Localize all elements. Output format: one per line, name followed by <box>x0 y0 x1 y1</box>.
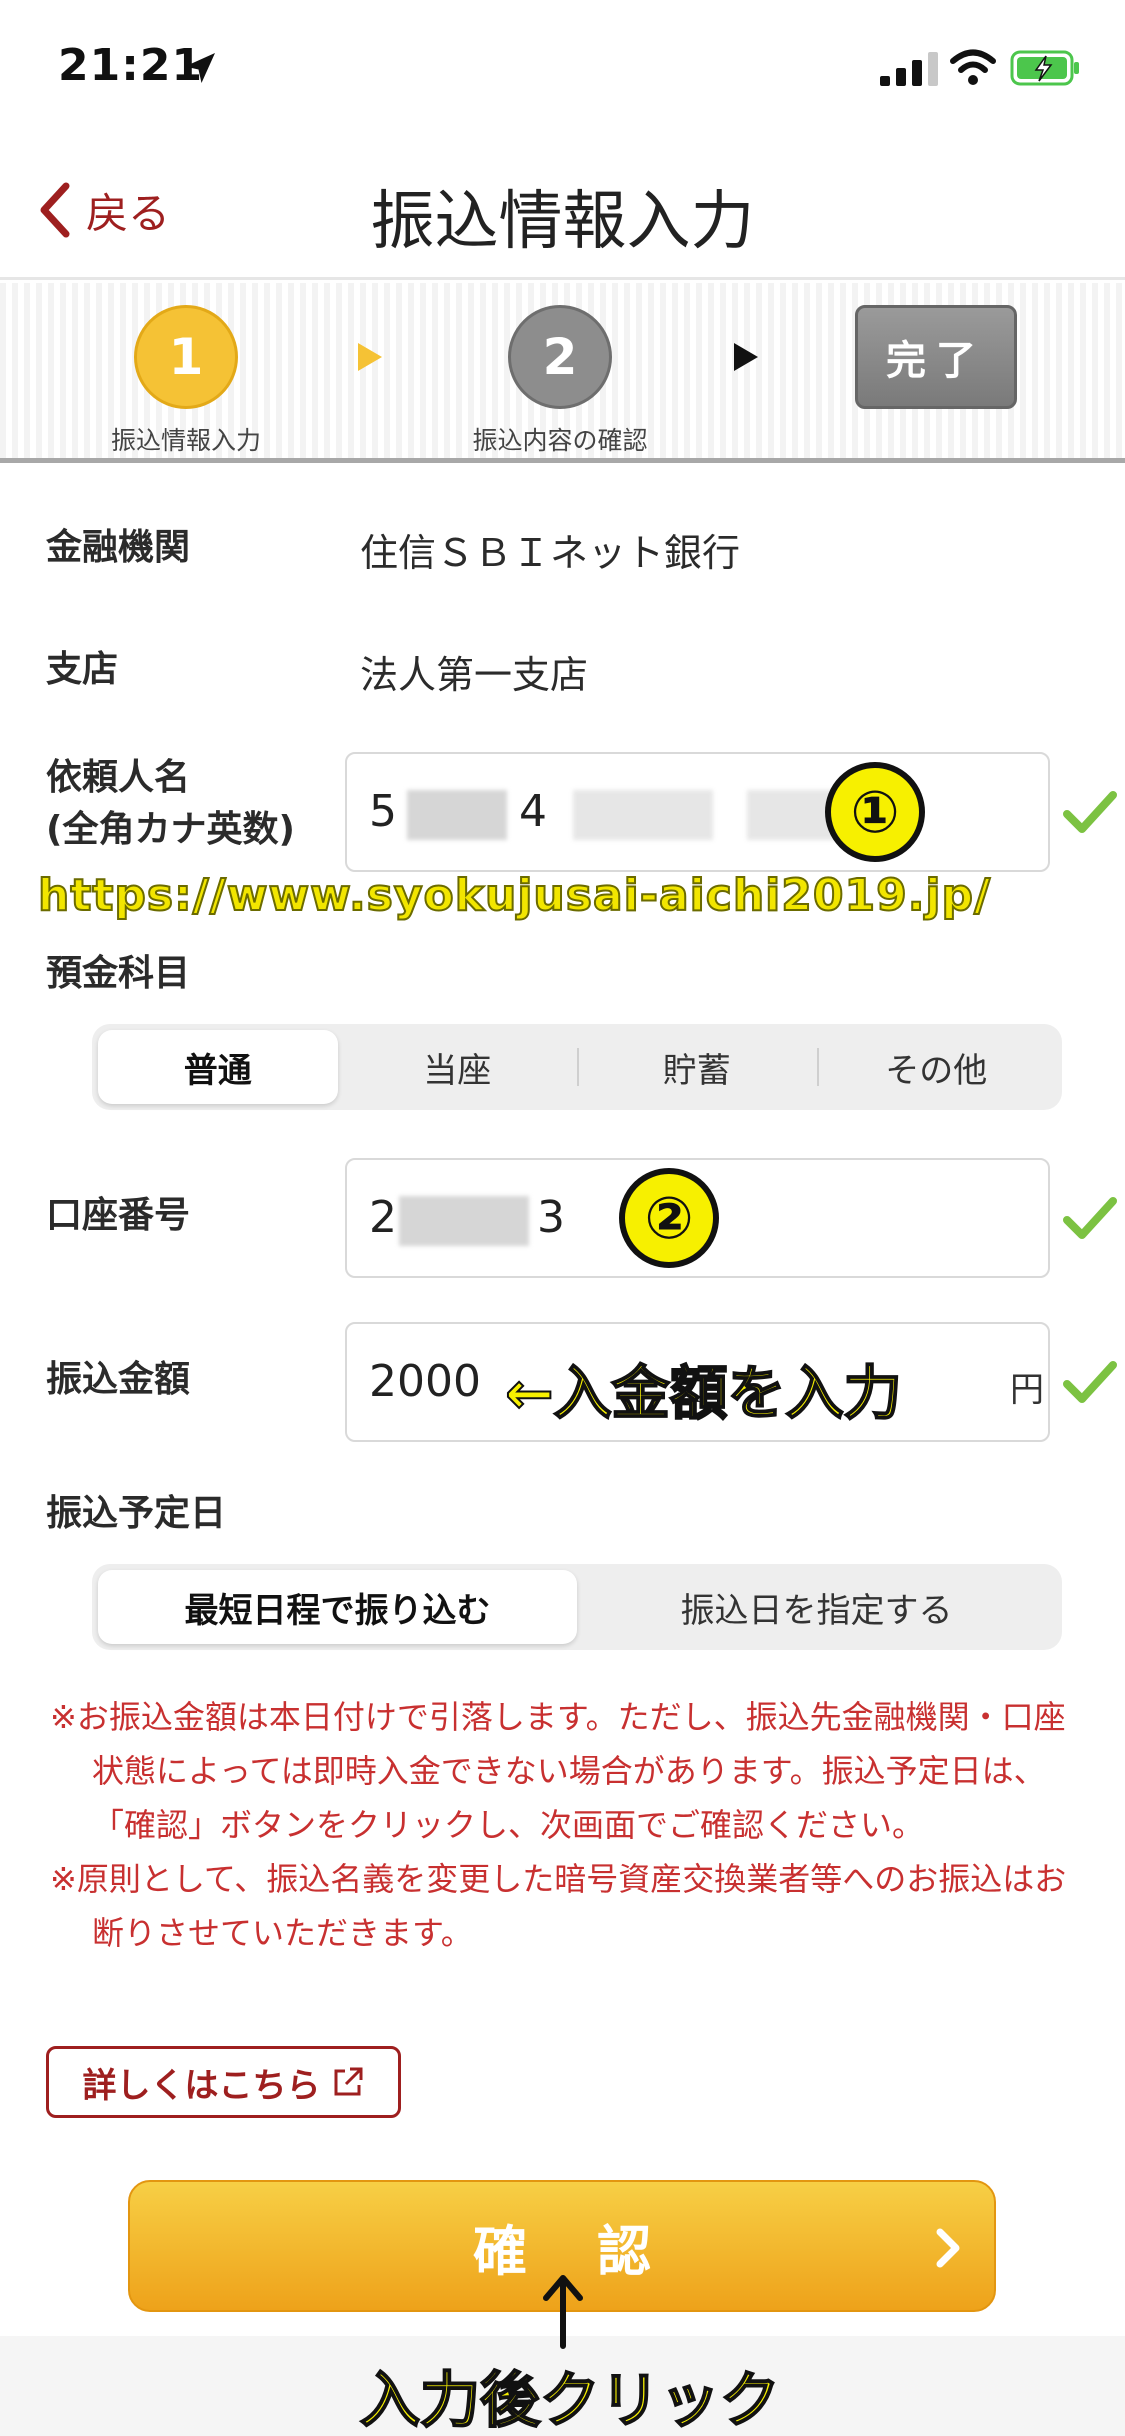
amount-hint-annotation: ←入金額を入力 <box>504 1358 903 1428</box>
account-number-input[interactable]: 2 3 ② <box>345 1158 1050 1278</box>
date-option-earliest[interactable]: 最短日程で振り込む <box>98 1570 577 1644</box>
account-value-part1: 2 <box>369 1192 397 1243</box>
details-link-button[interactable]: 詳しくはこちら <box>46 2046 401 2118</box>
details-link-label: 詳しくはこちら <box>82 2065 321 2106</box>
redacted-text <box>573 790 713 840</box>
nav-header: 戻る 振込情報入力 <box>0 140 1125 280</box>
requester-label-line2: (全角カナ英数) <box>46 809 295 850</box>
annotation-marker-1: ① <box>825 762 925 862</box>
step-2-number: 2 <box>508 305 612 409</box>
step-1: 1 振込情報入力 <box>100 305 272 457</box>
cellular-signal-icon <box>880 52 938 86</box>
annotation-marker-2: ② <box>619 1168 719 1268</box>
branch-label: 支店 <box>46 649 119 690</box>
battery-charging-icon <box>1010 50 1079 86</box>
wifi-icon <box>950 49 996 85</box>
step-1-label: 振込情報入力 <box>110 426 261 455</box>
requester-value-part1: 5 <box>369 786 397 837</box>
step-1-number: 1 <box>134 305 238 409</box>
amount-label: 振込金額 <box>46 1359 191 1400</box>
location-arrow-icon <box>185 53 215 83</box>
check-icon <box>1063 791 1117 833</box>
step-2-label: 振込内容の確認 <box>472 426 648 455</box>
notice-paragraph-1: ※お振込金額は本日付けで引落します。ただし、振込先金融機関・口座状態によっては即… <box>50 1698 1066 1844</box>
deposit-type-savings[interactable]: 貯蓄 <box>577 1030 817 1104</box>
step-arrow-icon <box>734 343 758 371</box>
confirm-label: 確認 <box>473 2219 721 2283</box>
requester-label: 依頼人名 (全角カナ英数) <box>46 752 295 856</box>
deposit-type-other[interactable]: その他 <box>816 1030 1057 1104</box>
status-bar: 21:21 <box>0 0 1125 140</box>
check-icon <box>1063 1361 1117 1403</box>
click-hint-annotation: 入力後クリック <box>359 2365 781 2436</box>
step-done: 完了 <box>855 305 1017 409</box>
account-value-part2: 3 <box>537 1192 565 1243</box>
redacted-text <box>407 790 507 840</box>
check-icon <box>1063 1197 1117 1239</box>
notice-text: ※お振込金額は本日付けで引落します。ただし、振込先金融機関・口座状態によっては即… <box>50 1690 1090 1960</box>
step-arrow-icon <box>358 343 382 371</box>
amount-value: 2000 <box>369 1356 481 1407</box>
step-2: 2 振込内容の確認 <box>455 305 665 457</box>
notice-paragraph-2: ※原則として、振込名義を変更した暗号資産交換業者等へのお振込はお断りさせていただ… <box>50 1860 1067 1952</box>
date-option-specify[interactable]: 振込日を指定する <box>577 1570 1056 1644</box>
deposit-type-ordinary[interactable]: 普通 <box>98 1030 338 1104</box>
page-title: 振込情報入力 <box>370 185 755 259</box>
deposit-type-segmented: 普通 当座 貯蓄 その他 <box>92 1024 1062 1110</box>
account-number-label: 口座番号 <box>46 1195 191 1236</box>
progress-stepper: 1 振込情報入力 2 振込内容の確認 完了 <box>0 283 1125 463</box>
redacted-text <box>399 1196 529 1246</box>
amount-unit: 円 <box>1010 1370 1044 1410</box>
watermark-url: https://www.syokujusai-aichi2019.jp/ <box>37 869 992 922</box>
requester-value-part2: 4 <box>519 786 547 837</box>
deposit-type-current[interactable]: 当座 <box>338 1030 578 1104</box>
transfer-date-label: 振込予定日 <box>46 1493 227 1534</box>
arrow-up-icon <box>543 2275 583 2349</box>
branch-value: 法人第一支店 <box>360 653 589 697</box>
transfer-date-segmented: 最短日程で振り込む 振込日を指定する <box>92 1564 1062 1650</box>
chevron-right-icon <box>936 2228 960 2268</box>
requester-name-input[interactable]: 5 4 ① <box>345 752 1050 872</box>
amount-input[interactable]: 2000 ←入金額を入力 円 <box>345 1322 1050 1442</box>
requester-label-line1: 依頼人名 <box>46 757 191 798</box>
bank-label: 金融機関 <box>46 527 191 568</box>
bank-value: 住信ＳＢＩネット銀行 <box>360 531 741 575</box>
external-link-icon <box>334 2067 362 2096</box>
deposit-type-label: 預金科目 <box>46 953 191 994</box>
